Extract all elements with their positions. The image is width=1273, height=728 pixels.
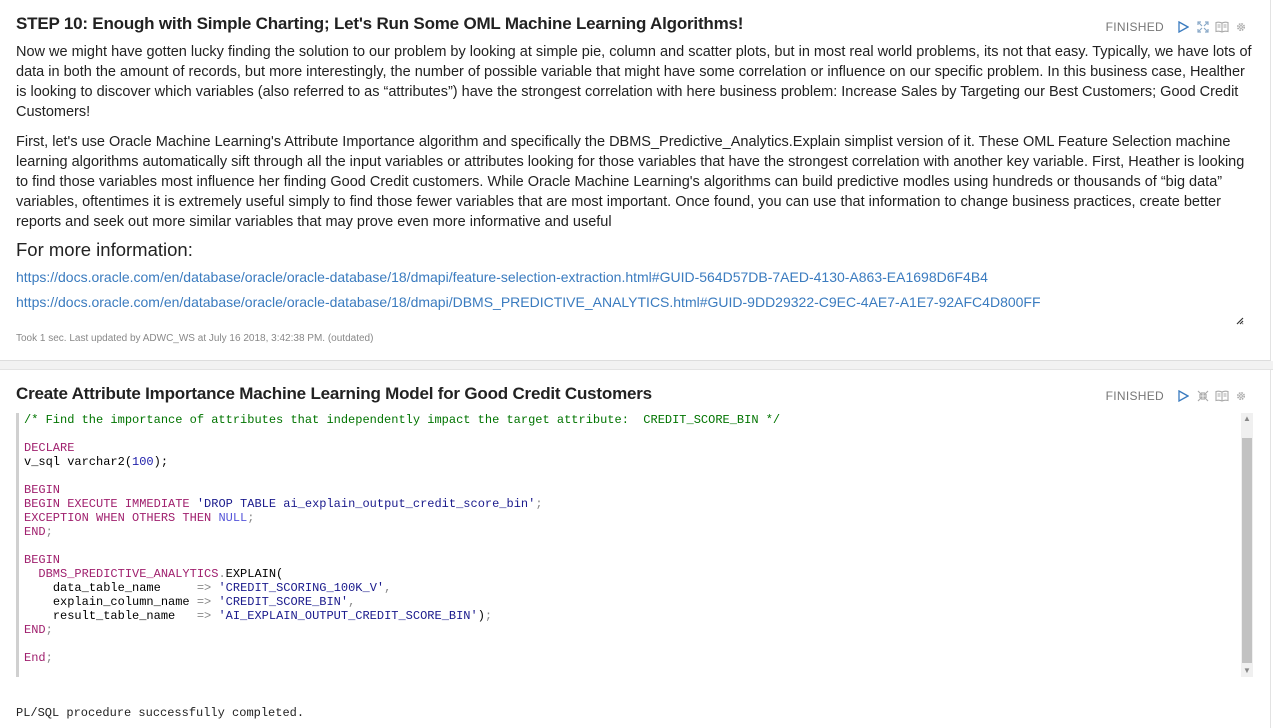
paragraph-title: Create Attribute Importance Machine Lear… <box>16 384 652 403</box>
paragraph-step10: STEP 10: Enough with Simple Charting; Le… <box>0 0 1271 361</box>
gear-icon[interactable] <box>1233 19 1248 34</box>
paragraph-body-intro: Now we might have gotten lucky finding t… <box>16 44 1252 120</box>
code-editor[interactable]: /* Find the importance of attributes tha… <box>16 413 1253 677</box>
scrollbar-thumb[interactable] <box>1242 438 1252 663</box>
status-label: FINISHED <box>1105 388 1164 403</box>
scroll-up-icon[interactable]: ▲ <box>1241 413 1253 425</box>
code-content[interactable]: /* Find the importance of attributes tha… <box>24 413 780 665</box>
expand-icon[interactable] <box>1195 19 1210 34</box>
paragraph-footer: Took 1 sec. Last updated by ADWC_WS at J… <box>16 333 374 344</box>
resize-handle-icon[interactable] <box>1236 312 1244 330</box>
book-icon[interactable] <box>1214 388 1229 403</box>
book-icon[interactable] <box>1214 19 1229 34</box>
doc-link-feature-selection[interactable]: https://docs.oracle.com/en/database/orac… <box>16 269 988 285</box>
more-info-heading: For more information: <box>16 239 193 260</box>
paragraph-controls: FINISHED <box>1106 19 1248 34</box>
editor-scrollbar[interactable]: ▲ ▼ <box>1241 413 1253 677</box>
paragraph-divider <box>0 361 1273 370</box>
collapse-icon[interactable] <box>1195 388 1210 403</box>
doc-link-predictive-analytics[interactable]: https://docs.oracle.com/en/database/orac… <box>16 294 1041 310</box>
paragraph-attribute-importance: Create Attribute Importance Machine Lear… <box>0 370 1271 728</box>
result-output: PL/SQL procedure successfully completed. <box>16 706 305 720</box>
status-label: FINISHED <box>1105 19 1164 34</box>
scroll-down-icon[interactable]: ▼ <box>1241 665 1253 677</box>
play-icon[interactable] <box>1176 388 1191 403</box>
paragraph-body-explain: First, let's use Oracle Machine Learning… <box>16 134 1245 230</box>
gear-icon[interactable] <box>1233 388 1248 403</box>
paragraph-controls: FINISHED <box>1106 388 1248 403</box>
paragraph-title: STEP 10: Enough with Simple Charting; Le… <box>16 14 744 33</box>
play-icon[interactable] <box>1176 19 1191 34</box>
